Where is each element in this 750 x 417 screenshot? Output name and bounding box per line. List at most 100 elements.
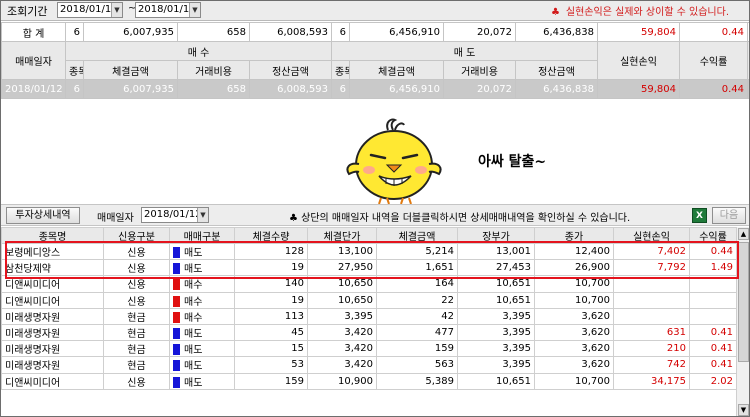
total-realized: 59,804	[597, 22, 680, 42]
detail-row[interactable]: 미래생명자원 현금 매도 53 3,420 563 3,395 3,620 742 0.41	[1, 356, 737, 374]
col-header-book[interactable]: 장부가	[457, 227, 535, 244]
summary-row[interactable]: 2018/01/12 6 6,007,935 658 6,008,593 6 6…	[1, 79, 749, 99]
exec-qty: 140	[234, 275, 308, 293]
overlay-caption: 아싸 탈출~	[478, 154, 547, 170]
col-header-rate[interactable]: 수익률	[689, 227, 737, 244]
trade-side-label: 매수	[184, 296, 203, 308]
exec-qty: 15	[234, 340, 308, 358]
trade-side-label: 매도	[184, 264, 203, 276]
detail-row[interactable]: 디앤씨미디어 신용 매도 159 10,900 5,389 10,651 10,700 34,1…	[1, 372, 737, 390]
detail-scrollbar[interactable]: ▲ ▼	[736, 227, 749, 416]
exec-amount: 159	[376, 340, 458, 358]
exec-price: 3,395	[307, 307, 377, 325]
detail-row[interactable]: 미래생명자원 현금 매도 45 3,420 477 3,395 3,620 631 0.41	[1, 323, 737, 342]
col-header-amount[interactable]: 체결금액	[376, 227, 458, 244]
col-header: 거래비용	[443, 60, 516, 80]
trade-side: 매수	[169, 291, 235, 309]
exec-price: 10,650	[307, 275, 377, 293]
chevron-down-icon[interactable]: ▼	[111, 3, 122, 17]
trade-side: 매도	[169, 340, 235, 358]
trade-side-label: 매도	[184, 329, 203, 341]
col-header: 체결금액	[83, 60, 178, 80]
detail-row[interactable]: 미래생명자원 현금 매도 15 3,420 159 3,395 3,620 210 0.41	[1, 340, 737, 358]
trade-date-select[interactable]: 2018/01/12 ▼	[141, 207, 209, 223]
exec-qty: 45	[234, 323, 308, 342]
summary-empty-area: 아싸 탈출~	[1, 100, 749, 205]
total-sell-count: 6	[331, 22, 350, 42]
exec-qty: 19	[234, 291, 308, 309]
detail-row[interactable]: 삼천당제약 신용 매도 19 27,950 1,651 27,453 26,900 7,792 1…	[1, 259, 737, 277]
col-header-credit[interactable]: 신용구분	[103, 227, 170, 244]
trade-side: 매도	[169, 242, 235, 261]
date-from-value: 2018/01/12	[60, 4, 118, 15]
summary-realized: 59,804	[597, 79, 680, 99]
exec-amount: 5,389	[376, 372, 458, 390]
col-header: 종목	[65, 60, 84, 80]
exec-amount: 164	[376, 275, 458, 293]
trade-side: 매도	[169, 356, 235, 374]
col-header-side[interactable]: 매매구분	[169, 227, 235, 244]
total-buy-cost: 658	[177, 22, 250, 42]
trade-side: 매수	[169, 307, 235, 325]
stock-name: 미래생명자원	[1, 323, 104, 342]
chevron-down-icon[interactable]: ▼	[189, 3, 200, 17]
trade-side: 매도	[169, 323, 235, 342]
summary-rate: 0.44	[679, 79, 748, 99]
detail-row[interactable]: 보령메디앙스 신용 매도 128 13,100 5,214 13,001 12,400 7,40…	[1, 242, 737, 261]
col-header-realized[interactable]: 실현손익	[613, 227, 690, 244]
exec-price: 3,420	[307, 356, 377, 374]
app-window: 조회기간 2018/01/12 ▼ ~ 2018/01/12 ▼ ♣ 실현손익은 …	[0, 0, 750, 417]
scroll-down-arrow-icon[interactable]: ▼	[738, 404, 749, 416]
credit-type: 현금	[103, 323, 170, 342]
col-header: 정산금액	[515, 60, 598, 80]
close-price: 3,620	[534, 323, 614, 342]
col-header-price[interactable]: 체결단가	[307, 227, 377, 244]
realized-pnl: 7,402	[613, 242, 690, 261]
return-rate	[689, 275, 737, 293]
col-header: 정산금액	[249, 60, 332, 80]
trade-side: 매도	[169, 259, 235, 277]
exec-amount: 22	[376, 291, 458, 309]
book-price: 27,453	[457, 259, 535, 277]
total-buy-amount: 6,007,935	[83, 22, 178, 42]
col-header-close[interactable]: 종가	[534, 227, 614, 244]
credit-type: 신용	[103, 259, 170, 277]
total-buy-count: 6	[65, 22, 84, 42]
detail-row[interactable]: 미래생명자원 현금 매수 113 3,395 42 3,395 3,620	[1, 307, 737, 325]
summary-buy-cost: 658	[177, 79, 250, 99]
double-click-notice: ♣ 상단의 매매일자 내역을 더블클릭하시면 상세매매내역을 확인하실 수 있습…	[289, 209, 630, 224]
date-to-select[interactable]: 2018/01/12 ▼	[135, 2, 201, 18]
credit-type: 신용	[103, 291, 170, 309]
credit-type: 현금	[103, 340, 170, 358]
realized-pnl: 34,175	[613, 372, 690, 390]
double-click-notice-text: 상단의 매매일자 내역을 더블클릭하시면 상세매매내역을 확인하실 수 있습니다…	[301, 213, 631, 224]
side-color-swatch	[173, 360, 180, 372]
chick-illustration	[346, 118, 442, 205]
date-to-value: 2018/01/12	[138, 4, 196, 15]
total-sell-cost: 20,072	[443, 22, 516, 42]
investment-detail-button[interactable]: 투자상세내역	[6, 207, 80, 224]
next-button[interactable]: 다음	[712, 207, 746, 224]
side-color-swatch	[173, 344, 180, 356]
credit-type: 현금	[103, 307, 170, 325]
spade-icon: ♣	[550, 7, 560, 18]
exec-price: 10,650	[307, 291, 377, 309]
summary-header-row: 매매일자 매 수 매 도 실현손익 수익률	[1, 41, 749, 80]
chevron-down-icon[interactable]: ▼	[197, 208, 208, 222]
detail-toolbar: 투자상세내역 매매일자 2018/01/12 ▼ ♣ 상단의 매매일자 내역을 …	[1, 204, 749, 226]
trade-side-label: 매도	[184, 345, 203, 357]
trade-date-label: 매매일자	[97, 213, 134, 224]
excel-icon[interactable]: X	[692, 208, 707, 223]
stock-name: 미래생명자원	[1, 340, 104, 358]
realized-pnl	[613, 307, 690, 325]
scroll-thumb[interactable]	[738, 242, 749, 362]
col-header-name[interactable]: 종목명	[1, 227, 104, 244]
scroll-up-arrow-icon[interactable]: ▲	[738, 228, 749, 240]
col-header-qty[interactable]: 체결수량	[234, 227, 308, 244]
detail-row[interactable]: 디앤씨미디어 신용 매수 19 10,650 22 10,651 10,700	[1, 291, 737, 309]
detail-row[interactable]: 디앤씨미디어 신용 매수 140 10,650 164 10,651 10,700	[1, 275, 737, 293]
date-from-select[interactable]: 2018/01/12 ▼	[57, 2, 123, 18]
col-header-date: 매매일자	[1, 41, 66, 80]
realized-pnl	[613, 275, 690, 293]
return-rate	[689, 307, 737, 325]
